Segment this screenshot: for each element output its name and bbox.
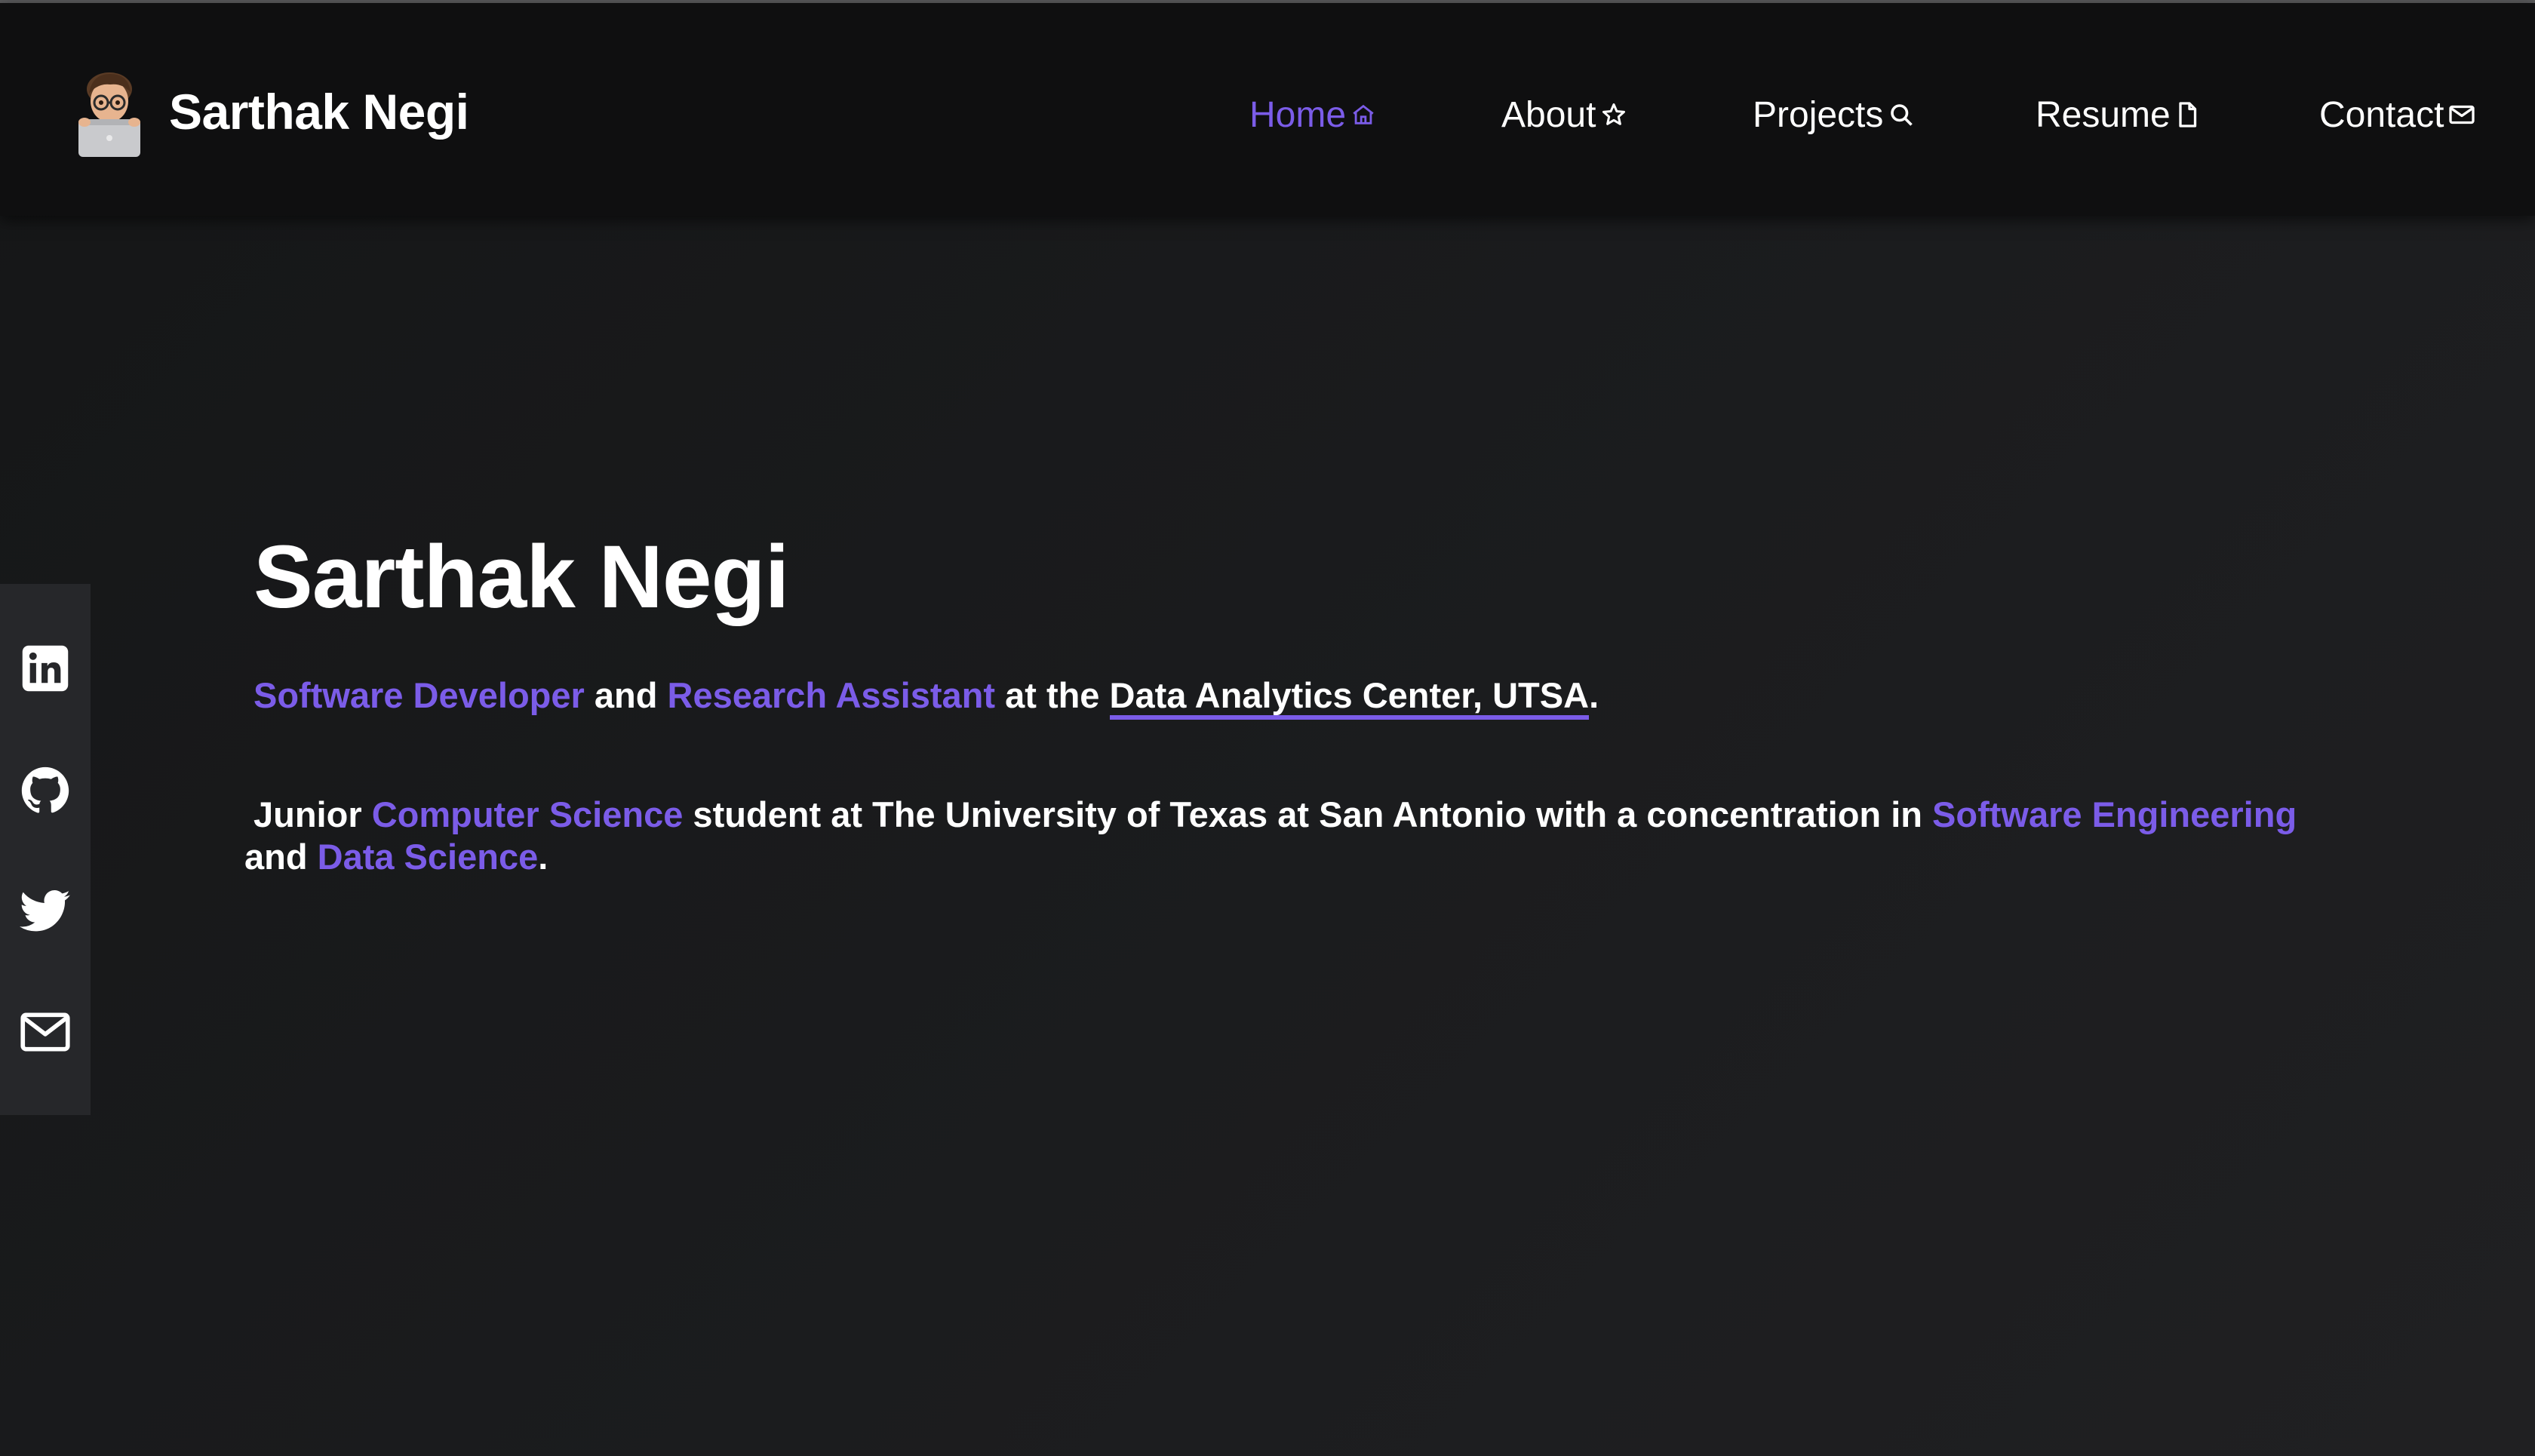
bio-text: . (538, 837, 548, 877)
twitter-link[interactable] (17, 883, 74, 940)
org-link[interactable]: Data Analytics Center, UTSA (1109, 675, 1590, 720)
search-icon (1891, 104, 1913, 126)
concentration-software-engineering: Software Engineering (1932, 794, 2297, 834)
nav-item-about[interactable]: About (1501, 84, 1627, 145)
tagline-text: . (1589, 675, 1599, 715)
mail-icon (2449, 105, 2475, 124)
page: Sarthak Negi Home About Projects Resume … (0, 0, 2535, 1456)
hero-bio: Junior Computer Science student at The U… (244, 794, 2366, 878)
nav-item-label: About (1501, 94, 1596, 135)
navbar: Sarthak Negi Home About Projects Resume … (0, 3, 2535, 216)
nav-item-label: Contact (2319, 94, 2444, 135)
nav-item-label: Home (1249, 94, 1347, 135)
role-research-assistant: Research Assistant (667, 675, 996, 715)
hero-tagline: Software Developer and Research Assistan… (254, 673, 2366, 720)
linkedin-icon (22, 645, 69, 692)
email-link[interactable] (17, 1003, 74, 1061)
github-link[interactable] (17, 762, 74, 819)
nav-item-label: Resume (2036, 94, 2171, 135)
bio-text: student at The University of Texas at Sa… (683, 794, 1933, 834)
tagline-text: at the (995, 675, 1110, 715)
mail-icon (20, 1012, 70, 1052)
bio-text: and (244, 837, 318, 877)
bio-text: Junior (254, 794, 372, 834)
nav-item-resume[interactable]: Resume (2036, 84, 2199, 145)
nav-item-projects[interactable]: Projects (1753, 84, 1915, 145)
document-icon (2179, 102, 2196, 127)
tagline-text: and (584, 675, 668, 715)
role-software-developer: Software Developer (254, 675, 585, 715)
twitter-icon (20, 889, 70, 932)
concentration-data-science: Data Science (317, 837, 539, 877)
home-icon (1353, 104, 1374, 124)
main-nav: Home About Projects Resume Contact (0, 84, 2535, 145)
social-sidebar (0, 584, 91, 1115)
hero-section: Sarthak Negi Software Developer and Rese… (244, 521, 2366, 878)
linkedin-link[interactable] (17, 640, 74, 697)
major-computer-science: Computer Science (371, 794, 684, 834)
nav-item-contact[interactable]: Contact (2319, 84, 2475, 145)
nav-item-label: Projects (1753, 94, 1884, 135)
star-icon (1602, 103, 1626, 125)
github-icon (21, 766, 69, 813)
hero-title: Sarthak Negi (254, 527, 789, 627)
nav-item-home[interactable]: Home (1249, 84, 1376, 145)
